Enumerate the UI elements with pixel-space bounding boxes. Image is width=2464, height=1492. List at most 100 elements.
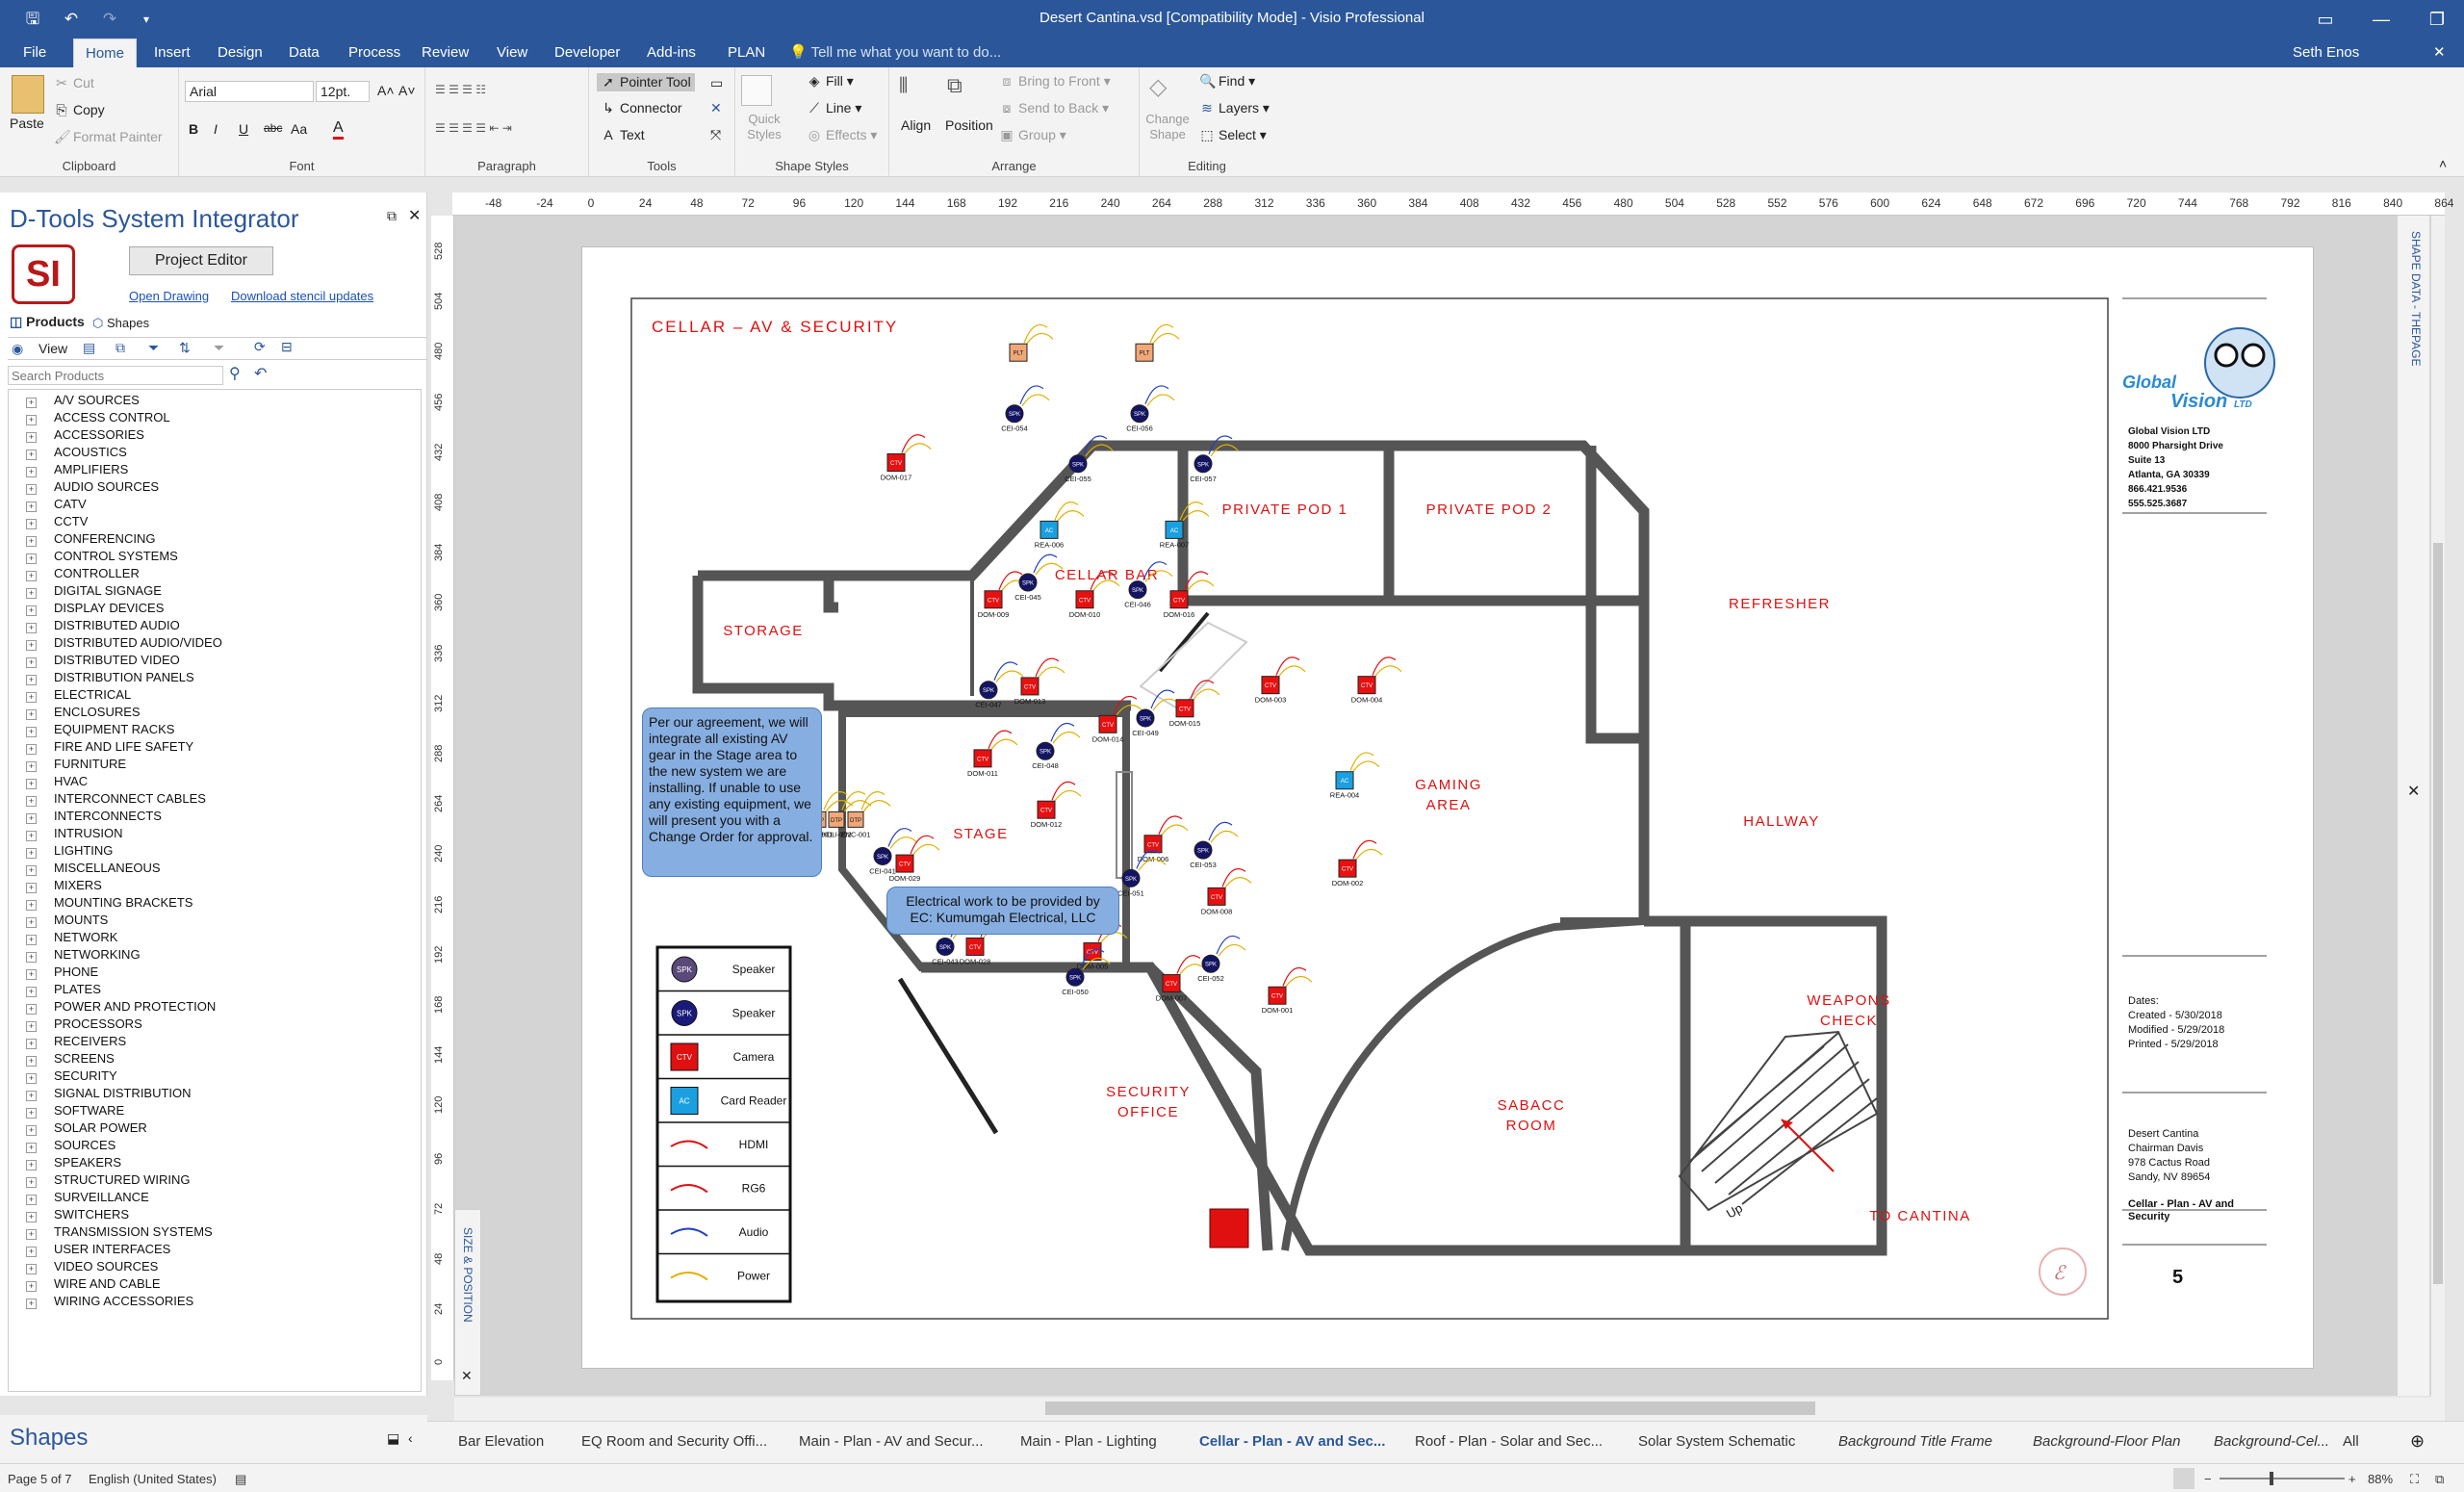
expand-icon[interactable]: + <box>26 727 37 737</box>
layers-button[interactable]: ≋ Layers ▾ <box>1199 100 1270 116</box>
drawing-page[interactable]: CELLAR – AV & SECURITY STORAGE CELLAR BA… <box>581 246 2314 1369</box>
restore-icon[interactable]: ❐ <box>2410 0 2464 39</box>
tree-item[interactable]: + DISPLAY DEVICES <box>26 600 164 617</box>
expand-icon[interactable]: + <box>26 519 37 529</box>
expand-icon[interactable]: + <box>26 1160 37 1170</box>
collapse-all-icon[interactable]: ⊟ <box>281 339 293 355</box>
project-editor-button[interactable]: Project Editor <box>129 246 273 275</box>
tab-view[interactable]: View <box>493 39 531 67</box>
expand-icon[interactable]: + <box>26 865 37 876</box>
expand-icon[interactable]: + <box>26 1281 37 1292</box>
tab-home[interactable]: Home <box>73 39 138 67</box>
tree-item[interactable]: + SIGNAL DISTRIBUTION <box>26 1085 192 1102</box>
device[interactable]: CTV DOM-011 <box>967 730 1018 778</box>
x-close-icon[interactable]: ✕ <box>710 100 722 116</box>
expand-icon[interactable]: + <box>26 796 37 807</box>
products-tab[interactable]: ◫ Products <box>10 314 85 330</box>
tree-item[interactable]: + MISCELLANEOUS <box>26 860 161 877</box>
device[interactable]: AC REA-004 <box>1330 752 1380 800</box>
expand-icon[interactable]: + <box>26 969 37 980</box>
tab-insert[interactable]: Insert <box>150 39 194 67</box>
sheet-tab[interactable]: Main - Plan - AV and Secur... <box>799 1433 983 1450</box>
device[interactable]: CTV DOM-015 <box>1169 680 1220 728</box>
device[interactable]: CTV DOM-001 <box>1262 966 1313 1015</box>
view-label[interactable]: View <box>38 341 67 356</box>
tab-file[interactable]: File <box>19 39 50 67</box>
tree-item[interactable]: + SOLAR POWER <box>26 1119 147 1137</box>
zoom-level[interactable]: 88% <box>2368 1472 2393 1486</box>
expand-icon[interactable]: + <box>26 1264 37 1274</box>
expand-icon[interactable]: + <box>26 709 37 720</box>
expand-icon[interactable]: + <box>26 432 37 443</box>
device[interactable]: PLT <box>1135 323 1180 362</box>
expand-icon[interactable]: + <box>26 1056 37 1067</box>
shape-data-close-icon[interactable]: ✕ <box>2407 782 2420 801</box>
expand-icon[interactable]: + <box>26 1125 37 1136</box>
expand-icon[interactable]: + <box>26 1143 37 1153</box>
tree-item[interactable]: + DISTRIBUTED AUDIO/VIDEO <box>26 634 222 652</box>
size-position-panel[interactable]: SIZE & POSITION ✕ <box>454 1209 481 1396</box>
expand-icon[interactable]: + <box>26 398 37 408</box>
tree-item[interactable]: + SECURITY <box>26 1068 117 1085</box>
expand-icon[interactable]: + <box>26 502 37 512</box>
format-painter-button[interactable]: 🖌 Format Painter <box>54 129 163 145</box>
tree-item[interactable]: + CONFERENCING <box>26 530 155 548</box>
device[interactable]: AC REA-006 <box>1035 502 1085 550</box>
tree-item[interactable]: + ENCLOSURES <box>26 704 141 721</box>
expand-icon[interactable]: + <box>26 1073 37 1084</box>
pane-close-icon[interactable]: ✕ <box>408 206 421 225</box>
tree-item[interactable]: + EQUIPMENT RACKS <box>26 721 174 738</box>
expand-icon[interactable]: + <box>26 553 37 564</box>
expand-icon[interactable]: + <box>26 605 37 616</box>
download-stencil-link[interactable]: Download stencil updates <box>231 289 373 303</box>
tree-item[interactable]: + AUDIO SOURCES <box>26 478 159 496</box>
tab-process[interactable]: Process <box>345 39 404 67</box>
font-size-combo[interactable]: 12pt. <box>316 81 370 102</box>
expand-icon[interactable]: + <box>26 744 37 755</box>
vertical-scrollbar[interactable] <box>2431 216 2445 1398</box>
tree-item[interactable]: + INTERCONNECTS <box>26 808 162 825</box>
shape-data-panel[interactable]: SHAPE DATA - THEPAGE ✕ <box>2397 216 2429 1396</box>
clear-filter-icon[interactable]: ⏷ <box>214 340 224 356</box>
shrink-font-icon[interactable]: A˅ <box>398 83 416 98</box>
copy-button[interactable]: ⎘ Copy <box>54 102 104 118</box>
expand-icon[interactable]: + <box>26 1108 37 1119</box>
expand-icon[interactable]: + <box>26 935 37 945</box>
quick-styles-button[interactable]: Quick Styles <box>745 112 783 142</box>
tree-item[interactable]: + SWITCHERS <box>26 1206 129 1223</box>
paste-button[interactable]: Paste <box>10 116 44 131</box>
expand-icon[interactable]: + <box>26 813 37 824</box>
tree-item[interactable]: + CONTROL SYSTEMS <box>26 548 178 565</box>
switch-windows-icon[interactable]: ⧉ <box>2435 1472 2444 1487</box>
hierarchy-icon[interactable]: ⧉ <box>116 340 125 356</box>
tree-item[interactable]: + CATV <box>26 496 87 513</box>
tree-item[interactable]: + SOURCES <box>26 1137 116 1154</box>
device[interactable]: CTV DOM-012 <box>1031 781 1082 829</box>
expand-icon[interactable]: + <box>26 1229 37 1240</box>
zoom-slider-thumb[interactable] <box>2270 1472 2273 1485</box>
tree-item[interactable]: + ACCESS CONTROL <box>26 409 170 426</box>
cut-button[interactable]: ✂ Cut <box>54 75 94 91</box>
expand-icon[interactable]: + <box>26 779 37 789</box>
expand-icon[interactable]: + <box>26 848 37 859</box>
list-view-icon[interactable]: ▤ <box>83 340 95 356</box>
expand-icon[interactable]: + <box>26 831 37 841</box>
device[interactable]: SPK CEI-052 <box>1197 935 1246 983</box>
device[interactable]: CTV DOM-013 <box>1014 657 1065 706</box>
expand-icon[interactable]: + <box>26 761 37 772</box>
align-left-icon[interactable]: ☰ ☰ ☰ ☰ ⇤ ⇥ <box>435 121 512 135</box>
page-indicator[interactable]: Page 5 of 7 <box>8 1472 72 1486</box>
text-tool-button[interactable]: A Text <box>601 127 644 142</box>
device[interactable]: CTV DOM-017 <box>881 434 932 482</box>
device[interactable]: CTV DOM-016 <box>1164 571 1215 619</box>
sheet-tab[interactable]: EQ Room and Security Offi... <box>581 1433 767 1450</box>
tree-item[interactable]: + PHONE <box>26 964 98 981</box>
tree-item[interactable]: + AMPLIFIERS <box>26 461 128 478</box>
position-button[interactable]: Position <box>945 117 993 133</box>
shapes-pane-restore-icon[interactable]: ⬓ <box>387 1430 399 1447</box>
change-shape-button[interactable]: Change Shape <box>1143 112 1192 142</box>
minimize-icon[interactable]: — <box>2354 0 2408 39</box>
tab-developer[interactable]: Developer <box>551 39 624 67</box>
zoom-in-icon[interactable]: + <box>2348 1472 2356 1486</box>
fit-page-icon[interactable]: ⛶ <box>2410 1472 2419 1487</box>
